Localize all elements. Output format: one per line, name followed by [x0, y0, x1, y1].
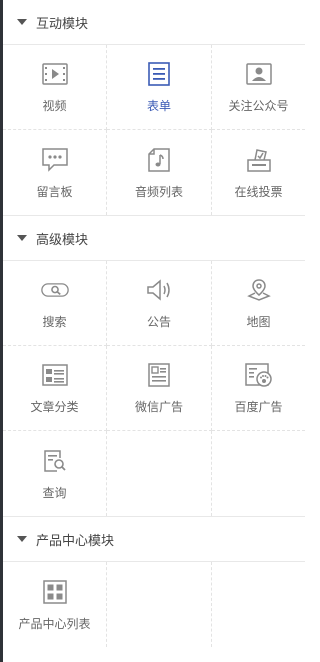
module-follow-account[interactable]: 关注公众号 — [212, 45, 305, 130]
wechat-ad-icon — [145, 361, 173, 389]
module-message-board[interactable]: 留言板 — [3, 130, 107, 215]
module-query[interactable]: 查询 — [3, 431, 107, 516]
module-form[interactable]: 表单 — [107, 45, 212, 130]
form-icon — [145, 60, 173, 88]
section-title: 产品中心模块 — [36, 533, 115, 549]
empty-slot — [212, 562, 305, 647]
article-category-icon — [41, 361, 69, 389]
caret-down-icon — [17, 536, 27, 542]
section-header-advanced[interactable]: 高级模块 — [3, 216, 305, 261]
announcement-icon — [145, 276, 173, 304]
baidu-ad-icon — [244, 361, 273, 389]
map-icon — [245, 276, 273, 304]
video-icon — [41, 60, 69, 88]
empty-slot — [107, 562, 212, 647]
module-video[interactable]: 视频 — [3, 45, 107, 130]
section-title: 互动模块 — [36, 16, 89, 32]
empty-slot — [212, 431, 305, 516]
caret-down-icon — [17, 235, 27, 241]
module-grid-product-center: 产品中心列表 — [3, 562, 305, 647]
section-header-product-center[interactable]: 产品中心模块 — [3, 517, 305, 562]
caret-down-icon — [17, 19, 27, 25]
message-board-icon — [41, 146, 69, 174]
module-search[interactable]: 搜索 — [3, 261, 107, 346]
module-grid-interactive: 视频 表单 关注公众号 留言板 音频列表 在线投票 — [3, 45, 305, 216]
vote-icon — [245, 146, 273, 174]
module-grid-advanced: 搜索 公告 地图 文章分类 微信广告 百度广告 查询 — [3, 261, 305, 517]
module-announcement[interactable]: 公告 — [107, 261, 212, 346]
follow-account-icon — [245, 60, 273, 88]
module-product-list[interactable]: 产品中心列表 — [3, 562, 107, 647]
module-baidu-ad[interactable]: 百度广告 — [212, 346, 305, 431]
module-map[interactable]: 地图 — [212, 261, 305, 346]
module-audio-list[interactable]: 音频列表 — [107, 130, 212, 215]
section-header-interactive[interactable]: 互动模块 — [3, 0, 305, 45]
audio-list-icon — [145, 146, 173, 174]
section-title: 高级模块 — [36, 232, 89, 248]
module-vote[interactable]: 在线投票 — [212, 130, 305, 215]
module-wechat-ad[interactable]: 微信广告 — [107, 346, 212, 431]
product-list-icon — [41, 578, 69, 606]
module-article-category[interactable]: 文章分类 — [3, 346, 107, 431]
search-icon — [40, 276, 69, 304]
module-panel: 互动模块 视频 表单 关注公众号 留言板 音频列表 在线投票 高级模块 搜索 公… — [3, 0, 305, 662]
query-icon — [41, 447, 69, 475]
empty-slot — [107, 431, 212, 516]
